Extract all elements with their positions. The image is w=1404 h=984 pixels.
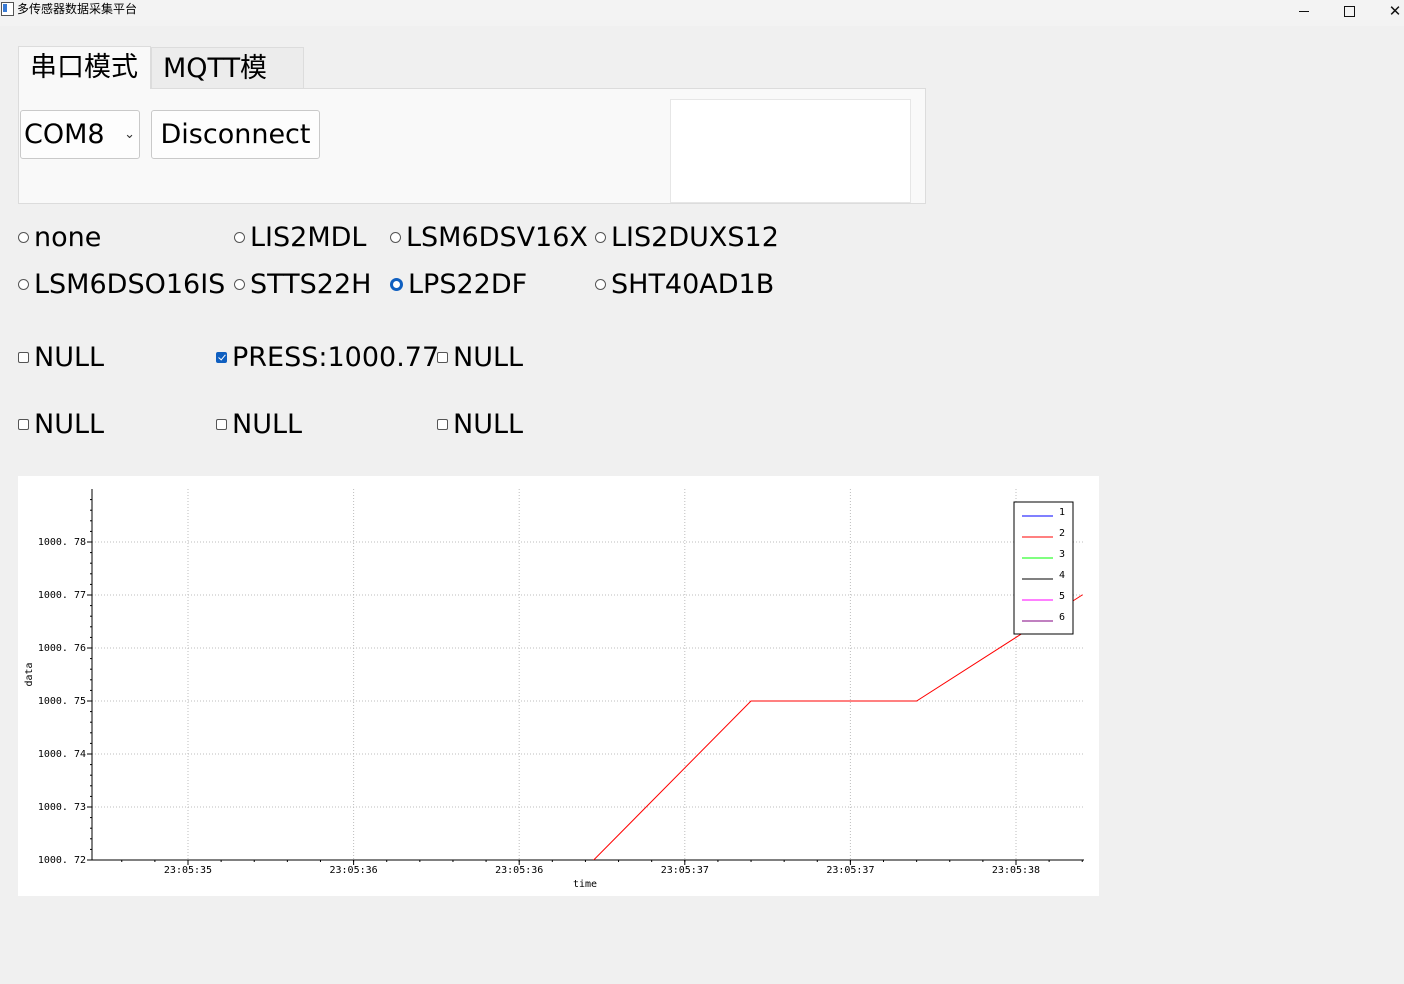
series-line-2	[593, 594, 1083, 860]
sensor-radio-lps22df[interactable]: LPS22DF	[390, 267, 527, 301]
checkbox-unchecked-icon	[18, 351, 29, 363]
legend-label: 5	[1059, 591, 1065, 602]
x-tick-label: 23:05:36	[495, 865, 543, 876]
status-display-box	[670, 99, 911, 203]
maximize-button[interactable]	[1326, 0, 1372, 22]
x-tick-label: 23:05:37	[826, 865, 874, 876]
channel-checkbox-label: NULL	[453, 341, 524, 373]
y-tick-label: 1000. 75	[38, 696, 86, 707]
legend-label: 1	[1059, 507, 1065, 518]
legend-label: 4	[1059, 570, 1065, 581]
channel-checkbox-5[interactable]: NULL	[216, 407, 302, 441]
legend-label: 6	[1059, 612, 1065, 623]
sensor-radio-none[interactable]: none	[18, 220, 101, 254]
sensor-radio-label: STTS22H	[250, 268, 372, 300]
x-tick-label: 23:05:36	[330, 865, 378, 876]
app-icon	[1, 2, 14, 16]
y-tick-label: 1000. 78	[38, 537, 86, 548]
x-tick-label: 23:05:37	[661, 865, 709, 876]
channel-checkbox-label: NULL	[232, 408, 303, 440]
sensor-radio-label: LIS2DUXS12	[611, 221, 779, 253]
title-bar: 多传感器数据采集平台 ✕	[0, 0, 1404, 26]
x-axis-title: time	[573, 879, 597, 890]
y-tick-label: 1000. 76	[38, 643, 86, 654]
minimize-icon	[1299, 10, 1309, 12]
radio-unchecked-icon	[18, 278, 29, 290]
channel-checkbox-label: NULL	[453, 408, 524, 440]
channel-checkbox-label: NULL	[34, 341, 105, 373]
radio-unchecked-icon	[234, 278, 245, 290]
radio-unchecked-icon	[595, 231, 606, 243]
channel-checkbox-label: PRESS:1000.77	[232, 341, 440, 373]
sensor-radio-lis2duxs12[interactable]: LIS2DUXS12	[595, 220, 779, 254]
sensor-radio-stts22h[interactable]: STTS22H	[234, 267, 371, 301]
y-tick-label: 1000. 73	[38, 802, 86, 813]
channel-checkbox-1[interactable]: NULL	[18, 340, 104, 374]
channel-checkbox-6[interactable]: NULL	[437, 407, 523, 441]
legend-label: 3	[1059, 549, 1065, 560]
data-chart: 1000. 72 1000. 73 1000. 74 1000. 75 1000. 76…	[18, 476, 1099, 896]
y-tick-label: 1000. 72	[38, 855, 86, 866]
series-point	[916, 700, 918, 702]
checkbox-unchecked-icon	[437, 418, 448, 430]
radio-unchecked-icon	[595, 278, 606, 290]
tab-mqtt-mode[interactable]: MQTT模式	[151, 47, 304, 126]
y-tick-label: 1000. 74	[38, 749, 86, 760]
sensor-radio-lsm6dso16is[interactable]: LSM6DSO16IS	[18, 267, 225, 301]
radio-checked-icon	[390, 277, 403, 291]
sensor-radio-lsm6dsv16x[interactable]: LSM6DSV16X	[390, 220, 588, 254]
close-button[interactable]: ✕	[1372, 0, 1404, 22]
channel-checkbox-3[interactable]: NULL	[437, 340, 523, 374]
checkbox-unchecked-icon	[18, 418, 29, 430]
sensor-radio-sht40ad1b[interactable]: SHT40AD1B	[595, 267, 774, 301]
com-port-value: COM8	[24, 119, 105, 150]
sensor-radio-label: LSM6DSO16IS	[34, 268, 226, 300]
maximize-icon	[1343, 5, 1355, 17]
y-tick-label: 1000. 77	[38, 590, 86, 601]
series-point	[1081, 594, 1083, 596]
radio-unchecked-icon	[18, 231, 29, 243]
x-tick-label: 23:05:38	[992, 865, 1040, 876]
checkbox-unchecked-icon	[216, 418, 227, 430]
checkbox-checked-icon	[216, 351, 227, 363]
sensor-radio-label: LIS2MDL	[250, 221, 367, 253]
disconnect-button[interactable]: Disconnect	[151, 110, 320, 159]
window-title: 多传感器数据采集平台	[17, 2, 138, 16]
y-axis-title: data	[24, 662, 35, 686]
series-point	[750, 700, 752, 702]
x-tick-label: 23:05:35	[164, 865, 212, 876]
minimize-button[interactable]	[1281, 0, 1327, 22]
chart-svg: 1000. 72 1000. 73 1000. 74 1000. 75 1000. 76…	[24, 489, 1084, 890]
sensor-radio-lis2mdl[interactable]: LIS2MDL	[234, 220, 366, 254]
sensor-radio-label: LPS22DF	[408, 268, 528, 300]
sensor-radio-label: LSM6DSV16X	[406, 221, 588, 253]
chevron-down-icon: ⌄	[124, 127, 135, 142]
com-port-select[interactable]: COM8 ⌄	[20, 110, 140, 159]
channel-checkbox-4[interactable]: NULL	[18, 407, 104, 441]
checkbox-unchecked-icon	[437, 351, 448, 363]
sensor-radio-label: none	[34, 221, 102, 253]
tab-serial-mode[interactable]: 串口模式	[18, 46, 151, 89]
sensor-radio-label: SHT40AD1B	[611, 268, 775, 300]
legend-label: 2	[1059, 528, 1065, 539]
radio-unchecked-icon	[390, 231, 401, 243]
close-icon: ✕	[1388, 1, 1402, 20]
radio-unchecked-icon	[234, 231, 245, 243]
channel-checkbox-2[interactable]: PRESS:1000.77	[216, 340, 439, 374]
channel-checkbox-label: NULL	[34, 408, 105, 440]
